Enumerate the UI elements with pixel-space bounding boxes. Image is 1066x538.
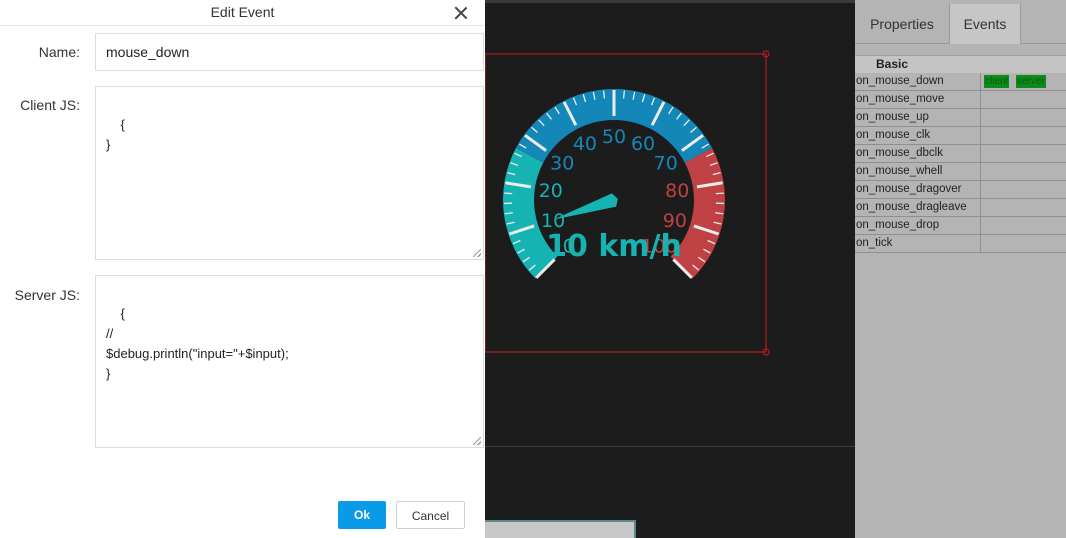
event-name: on_mouse_drop	[856, 219, 940, 231]
tick-label: 50	[602, 126, 626, 148]
tab-events[interactable]: Events	[949, 4, 1021, 44]
event-value[interactable]	[980, 181, 1066, 198]
event-name: on_tick	[856, 237, 893, 249]
event-value[interactable]	[980, 109, 1066, 126]
server-js-textarea[interactable]: { // $debug.println("input="+$input); }	[95, 275, 484, 448]
ok-button[interactable]: Ok	[338, 501, 386, 529]
minor-tick	[504, 192, 513, 195]
speed-readout: 10 km/h	[546, 229, 682, 264]
event-row[interactable]: on_mouse_whell	[855, 163, 1066, 181]
event-value[interactable]	[980, 199, 1066, 216]
cancel-button[interactable]: Cancel	[396, 501, 465, 529]
close-icon[interactable]	[450, 3, 472, 25]
client-js-label: Client JS:	[20, 97, 80, 113]
event-row[interactable]: on_mouse_down client server	[855, 73, 1066, 91]
event-row[interactable]: on_mouse_move	[855, 91, 1066, 109]
resize-grip-icon[interactable]	[473, 437, 481, 445]
event-row[interactable]: on_mouse_up	[855, 109, 1066, 127]
tick-label: 80	[665, 180, 689, 202]
event-value[interactable]: client server	[980, 73, 1066, 90]
name-input[interactable]: mouse_down	[95, 33, 484, 71]
client-badge[interactable]: client	[984, 75, 1010, 88]
event-value[interactable]	[980, 91, 1066, 108]
minor-tick	[622, 90, 625, 99]
event-row[interactable]: on_mouse_dragover	[855, 181, 1066, 199]
event-row[interactable]: on_mouse_drop	[855, 217, 1066, 235]
minor-tick	[603, 90, 606, 99]
event-name: on_mouse_down	[856, 75, 944, 87]
resize-grip-icon[interactable]	[473, 249, 481, 257]
event-value[interactable]	[980, 235, 1066, 252]
minor-tick	[715, 192, 724, 195]
event-value[interactable]	[980, 217, 1066, 234]
event-value[interactable]	[980, 127, 1066, 144]
edit-event-dialog: Edit Event Name: mouse_down Client JS: {…	[0, 0, 485, 538]
canvas-bottom-widget[interactable]	[485, 520, 636, 538]
event-value[interactable]	[980, 145, 1066, 162]
server-js-label: Server JS:	[14, 287, 80, 303]
tick-label: 70	[654, 152, 678, 174]
tick-label: 20	[539, 180, 563, 202]
client-js-code: { }	[106, 117, 125, 152]
server-badge[interactable]: server	[1016, 75, 1046, 88]
event-value[interactable]	[980, 163, 1066, 180]
speedometer-widget[interactable]: 010203040 50 60708090100 10 km/h	[485, 0, 855, 538]
group-header[interactable]: Basic	[855, 55, 1066, 73]
server-js-code: { // $debug.println("input="+$input); }	[106, 306, 289, 381]
event-name: on_mouse_dbclk	[856, 147, 943, 159]
event-row[interactable]: on_mouse_dragleave	[855, 199, 1066, 217]
event-row[interactable]: on_tick	[855, 235, 1066, 253]
tab-properties[interactable]: Properties	[855, 4, 949, 44]
client-js-textarea[interactable]: { }	[95, 86, 484, 260]
tick-label: 30	[550, 152, 574, 174]
canvas-divider	[485, 446, 855, 447]
event-name: on_mouse_whell	[856, 165, 943, 177]
tick-label: 40	[573, 133, 597, 155]
design-canvas[interactable]: 0 10 20 30 40 50 60 70 80 90 100 10 km/h	[485, 0, 855, 538]
event-name: on_mouse_dragover	[856, 183, 962, 195]
event-row[interactable]: on_mouse_clk	[855, 127, 1066, 145]
event-list: on_mouse_down client server on_mouse_move on…	[855, 73, 1066, 253]
tab-bar: Properties Events	[855, 4, 1066, 44]
event-name: on_mouse_move	[856, 93, 945, 105]
event-name: on_mouse_up	[856, 111, 929, 123]
event-name: on_mouse_dragleave	[856, 201, 967, 213]
tick-label: 60	[631, 133, 655, 155]
inspector-panel: Properties Events Basic on_mouse_down cli…	[855, 0, 1066, 538]
name-label: Name:	[38, 44, 80, 60]
event-row[interactable]: on_mouse_dbclk	[855, 145, 1066, 163]
event-name: on_mouse_clk	[856, 129, 931, 141]
dialog-title: Edit Event	[0, 0, 485, 26]
